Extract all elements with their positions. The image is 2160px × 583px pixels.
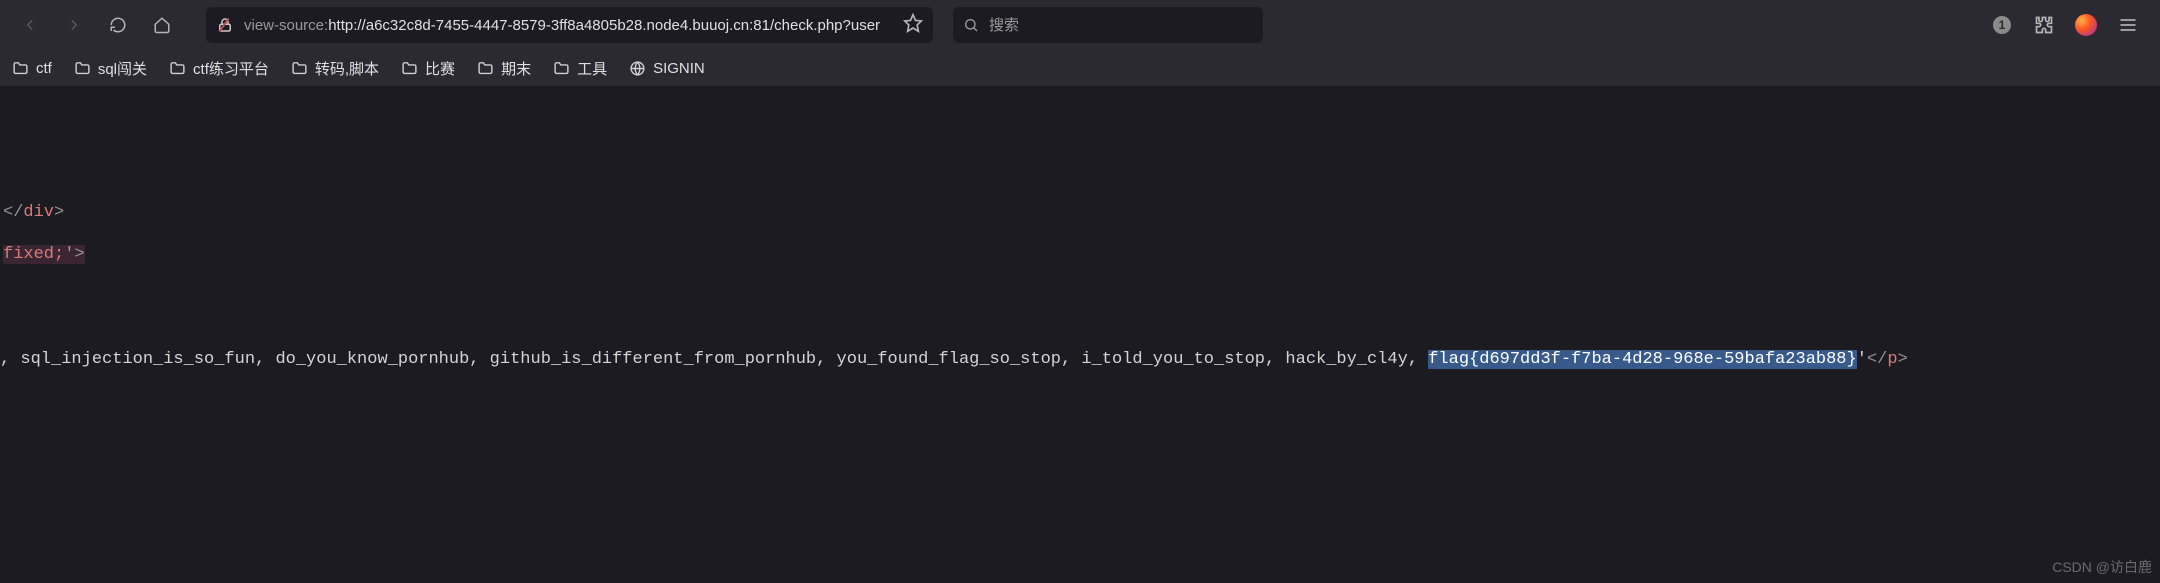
back-button[interactable] [12, 7, 48, 43]
folder-icon [401, 60, 418, 77]
arrow-right-icon [65, 16, 83, 34]
home-button[interactable] [144, 7, 180, 43]
selected-flag-text: flag{d697dd3f-f7ba-4d28-968e-59bafa23ab8… [1428, 350, 1856, 369]
bookmark-item-final[interactable]: 期末 [477, 58, 531, 79]
bookmark-item-sql[interactable]: sql闯关 [74, 58, 147, 79]
reload-icon [109, 16, 127, 34]
bookmark-label: ctf练习平台 [193, 58, 269, 79]
bookmark-item-ctf-platform[interactable]: ctf练习平台 [169, 58, 269, 79]
search-icon [963, 17, 979, 33]
bookmark-label: 比赛 [425, 58, 455, 79]
bookmark-item-tools[interactable]: 工具 [553, 58, 607, 79]
profile-button[interactable] [2070, 9, 2102, 41]
reload-button[interactable] [100, 7, 136, 43]
insecure-lock-icon [216, 16, 234, 34]
bookmark-label: ctf [36, 60, 52, 77]
folder-icon [74, 60, 91, 77]
source-line-attr: fixed;'> [3, 243, 85, 267]
bookmark-label: sql闯关 [98, 58, 147, 79]
folder-icon [477, 60, 494, 77]
url-text: view-source:http://a6c32c8d-7455-4447-85… [244, 17, 893, 34]
menu-button[interactable] [2112, 9, 2144, 41]
bookmark-label: SIGNIN [653, 60, 705, 77]
bookmark-label: 工具 [577, 58, 607, 79]
source-line-flag: , sql_injection_is_so_fun, do_you_know_p… [0, 348, 2160, 372]
folder-icon [291, 60, 308, 77]
home-icon [153, 16, 171, 34]
view-source-content: </div> fixed;'> , sql_injection_is_so_fu… [0, 87, 2160, 182]
puzzle-icon [2034, 15, 2054, 35]
bookmark-item-scripts[interactable]: 转码,脚本 [291, 58, 379, 79]
search-bar[interactable] [953, 7, 1263, 43]
bookmarks-bar: ctf sql闯关 ctf练习平台 转码,脚本 比赛 期末 工具 SIGNIN [0, 50, 2160, 87]
forward-button[interactable] [56, 7, 92, 43]
arrow-left-icon [21, 16, 39, 34]
extensions-button[interactable] [2028, 9, 2060, 41]
folder-icon [553, 60, 570, 77]
toolbar-right: 1 [1986, 9, 2144, 41]
browser-toolbar: view-source:http://a6c32c8d-7455-4447-85… [0, 0, 2160, 50]
bookmark-star-icon[interactable] [903, 13, 923, 37]
search-input[interactable] [989, 17, 1253, 34]
bookmark-label: 期末 [501, 58, 531, 79]
url-bar[interactable]: view-source:http://a6c32c8d-7455-4447-85… [206, 7, 933, 43]
notifications-badge[interactable]: 1 [1986, 9, 2018, 41]
watermark: CSDN @访白鹿 [2052, 557, 2152, 577]
bookmark-label: 转码,脚本 [315, 58, 379, 79]
folder-icon [169, 60, 186, 77]
bookmark-item-competition[interactable]: 比赛 [401, 58, 455, 79]
badge-count: 1 [1993, 16, 2011, 34]
folder-icon [12, 60, 29, 77]
hamburger-icon [2118, 15, 2138, 35]
firefox-icon [2075, 14, 2097, 36]
bookmark-item-ctf[interactable]: ctf [12, 60, 52, 77]
bookmark-item-signin[interactable]: SIGNIN [629, 60, 705, 77]
source-line-div-close: </div> [3, 201, 64, 225]
globe-icon [629, 60, 646, 77]
